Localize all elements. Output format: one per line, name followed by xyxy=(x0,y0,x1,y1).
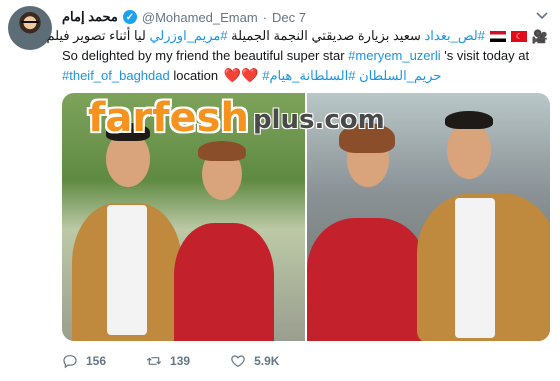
tweet-date[interactable]: Dec 7 xyxy=(272,10,306,25)
like-icon xyxy=(231,355,245,368)
photo-left[interactable] xyxy=(62,93,305,341)
like-button[interactable]: 5.9K xyxy=(230,353,279,369)
hashtag-link[interactable]: #meryem_uzerli xyxy=(348,48,440,63)
tweet-text: سعيد بزيارة صديقتي النجمة الجميلة xyxy=(227,28,425,43)
verified-badge-icon: ✓ xyxy=(122,10,137,24)
reply-button[interactable]: 156 xyxy=(62,353,106,369)
retweet-icon xyxy=(146,357,162,365)
tweet-text: So delighted by my friend the beautiful … xyxy=(62,48,349,63)
retweet-count: 139 xyxy=(170,354,191,368)
tweet-header: محمد إمام ✓ @Mohamed_Emam · Dec 7 xyxy=(62,8,306,26)
hashtag-link[interactable]: #السلطانة_هيام xyxy=(270,68,356,83)
chevron-down-icon[interactable] xyxy=(534,10,550,22)
tweet-actions: 156 139 5.9K xyxy=(62,351,319,371)
tweet-text-line-english: So delighted by my friend the beautiful … xyxy=(62,47,529,65)
reply-icon xyxy=(63,355,77,369)
hashtag-link[interactable]: #لص_بغداد xyxy=(424,28,484,43)
photo-right[interactable] xyxy=(307,93,550,341)
hashtag-link[interactable]: #مريم_اوزرلي xyxy=(149,28,227,43)
tweet-text-line-3: #theif_of_baghdad location ❤️❤️ #حريم_ال… xyxy=(62,66,441,85)
heart-emoji-icon: ❤️❤️ xyxy=(223,67,259,83)
tweet-card: محمد إمام ✓ @Mohamed_Emam · Dec 7 🎥 ☾ #ل… xyxy=(0,0,560,381)
camera-emoji-icon: 🎥 xyxy=(531,28,548,44)
like-count: 5.9K xyxy=(254,354,280,368)
tweet-text: location xyxy=(169,68,222,83)
avatar[interactable] xyxy=(8,6,52,50)
egypt-flag-icon xyxy=(489,31,506,43)
media-grid xyxy=(62,93,550,341)
turkey-flag-icon: ☾ xyxy=(511,31,528,43)
author-name[interactable]: محمد إمام xyxy=(62,9,118,25)
hashtag-link[interactable]: #theif_of_baghdad xyxy=(62,68,170,83)
tweet-text: 's visit today at xyxy=(440,48,530,63)
tweet-text-line-arabic: 🎥 ☾ #لص_بغداد سعيد بزيارة صديقتي النجمة … xyxy=(46,27,548,46)
author-handle[interactable]: @Mohamed_Emam xyxy=(142,10,258,25)
retweet-button[interactable]: 139 xyxy=(146,353,190,369)
separator-dot: · xyxy=(262,9,268,25)
tweet-text: ليا أثناء تصوير فيلم xyxy=(46,28,150,43)
reply-count: 156 xyxy=(86,354,107,368)
